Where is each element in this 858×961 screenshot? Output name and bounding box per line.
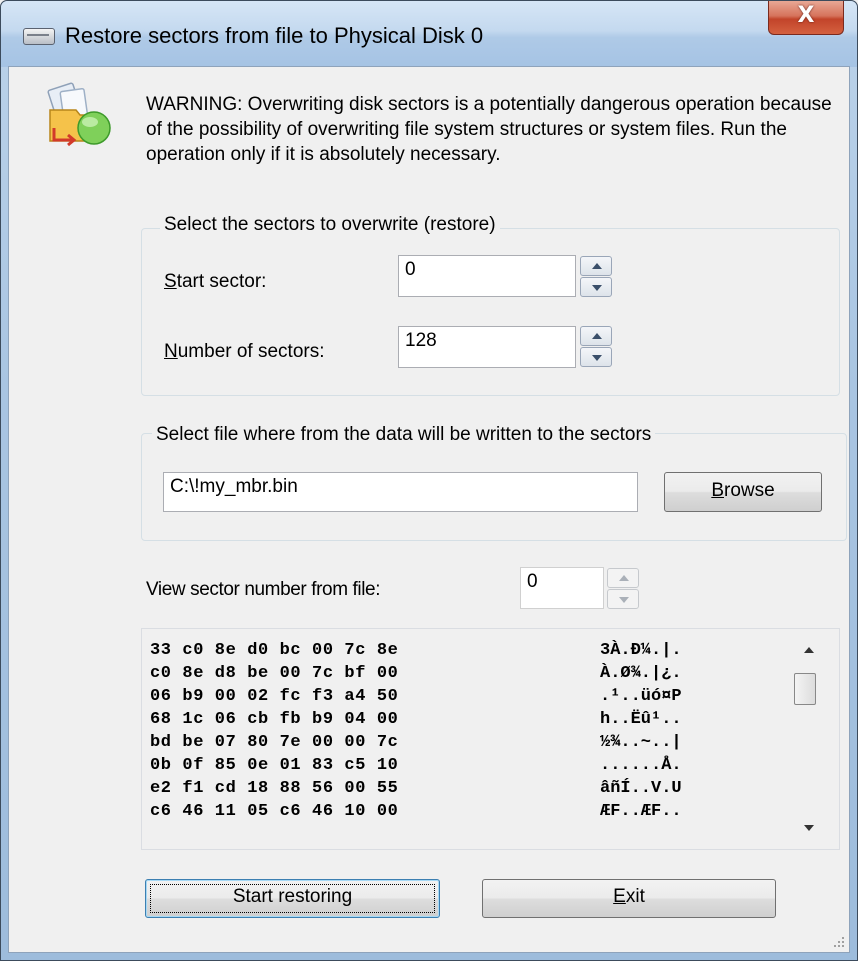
exit-button[interactable]: Exit xyxy=(482,879,776,918)
sector-hex-view[interactable]: 33 c0 8e d0 bc 00 7c 8e 3À.Ð¼.|. c0 8e d… xyxy=(141,628,840,850)
view-sector-input[interactable]: 0 xyxy=(520,567,604,609)
ascii-row: 3À.Ð¼.|. xyxy=(600,641,682,660)
scrollbar-thumb[interactable] xyxy=(794,673,816,705)
ascii-row: âñÍ..V.U xyxy=(600,779,682,798)
file-path-input[interactable]: C:\!my_mbr.bin xyxy=(163,472,638,512)
restore-disk-icon xyxy=(47,82,111,147)
ascii-row: ½¾..~..| xyxy=(600,733,682,752)
chevron-down-icon xyxy=(592,285,602,291)
ascii-row: À.Ø¾.|¿. xyxy=(600,664,682,683)
close-icon: X xyxy=(797,3,815,28)
number-of-sectors-spinner[interactable] xyxy=(580,326,612,368)
browse-button-label: Browse xyxy=(711,480,775,501)
scroll-down-icon[interactable] xyxy=(804,825,814,831)
start-sector-spinner[interactable] xyxy=(580,256,612,298)
chevron-down-icon xyxy=(619,597,629,603)
chevron-down-icon xyxy=(592,355,602,361)
number-of-sectors-input[interactable]: 128 xyxy=(398,326,576,368)
ascii-row: ÆF..ÆF.. xyxy=(600,802,682,821)
chevron-up-icon xyxy=(619,575,629,581)
view-sector-spinner[interactable] xyxy=(607,568,639,610)
spin-down-button[interactable] xyxy=(580,277,612,297)
hex-row: 0b 0f 85 0e 01 83 c5 10 xyxy=(150,756,399,775)
close-button[interactable]: X xyxy=(768,1,844,35)
window-title: Restore sectors from file to Physical Di… xyxy=(65,23,484,48)
start-sector-input[interactable]: 0 xyxy=(398,255,576,297)
browse-button[interactable]: Browse xyxy=(664,472,822,512)
start-restoring-button[interactable]: Start restoring xyxy=(145,879,440,918)
start-sector-label: Start sector: xyxy=(164,271,267,292)
hex-row: bd be 07 80 7e 00 00 7c xyxy=(150,733,399,752)
hex-row: c6 46 11 05 c6 46 10 00 xyxy=(150,802,399,821)
ascii-row: .¹..üó¤P xyxy=(600,687,682,706)
hex-row: 06 b9 00 02 fc f3 a4 50 xyxy=(150,687,399,706)
file-group-label: Select file where from the data will be … xyxy=(152,424,656,446)
hex-view-scrollbar[interactable] xyxy=(792,629,826,849)
sectors-groupbox xyxy=(141,228,840,396)
hex-row: 33 c0 8e d0 bc 00 7c 8e xyxy=(150,641,399,660)
exit-button-label: Exit xyxy=(613,886,645,907)
sectors-group-label: Select the sectors to overwrite (restore… xyxy=(160,214,500,236)
hex-row: c0 8e d8 be 00 7c bf 00 xyxy=(150,664,399,683)
start-restoring-label: Start restoring xyxy=(232,886,353,907)
scroll-up-icon[interactable] xyxy=(804,647,814,653)
spin-down-button[interactable] xyxy=(580,347,612,367)
view-sector-label: View sector number from file: xyxy=(146,579,381,600)
title-bar[interactable]: Restore sectors from file to Physical Di… xyxy=(1,1,857,67)
hex-row: e2 f1 cd 18 88 56 00 55 xyxy=(150,779,399,798)
number-of-sectors-label: Number of sectors: xyxy=(164,341,325,362)
ascii-row: h..Ëû¹.. xyxy=(600,710,682,729)
spin-up-button[interactable] xyxy=(580,326,612,346)
spin-up-button[interactable] xyxy=(607,568,639,588)
ascii-row: ......Å. xyxy=(600,756,682,775)
chevron-up-icon xyxy=(592,333,602,339)
spin-down-button[interactable] xyxy=(607,589,639,609)
resize-grip[interactable] xyxy=(832,935,846,949)
hex-row: 68 1c 06 cb fb b9 04 00 xyxy=(150,710,399,729)
chevron-up-icon xyxy=(592,263,602,269)
spin-up-button[interactable] xyxy=(580,256,612,276)
warning-text: WARNING: Overwriting disk sectors is a p… xyxy=(146,94,832,165)
disk-drive-icon xyxy=(23,28,55,45)
